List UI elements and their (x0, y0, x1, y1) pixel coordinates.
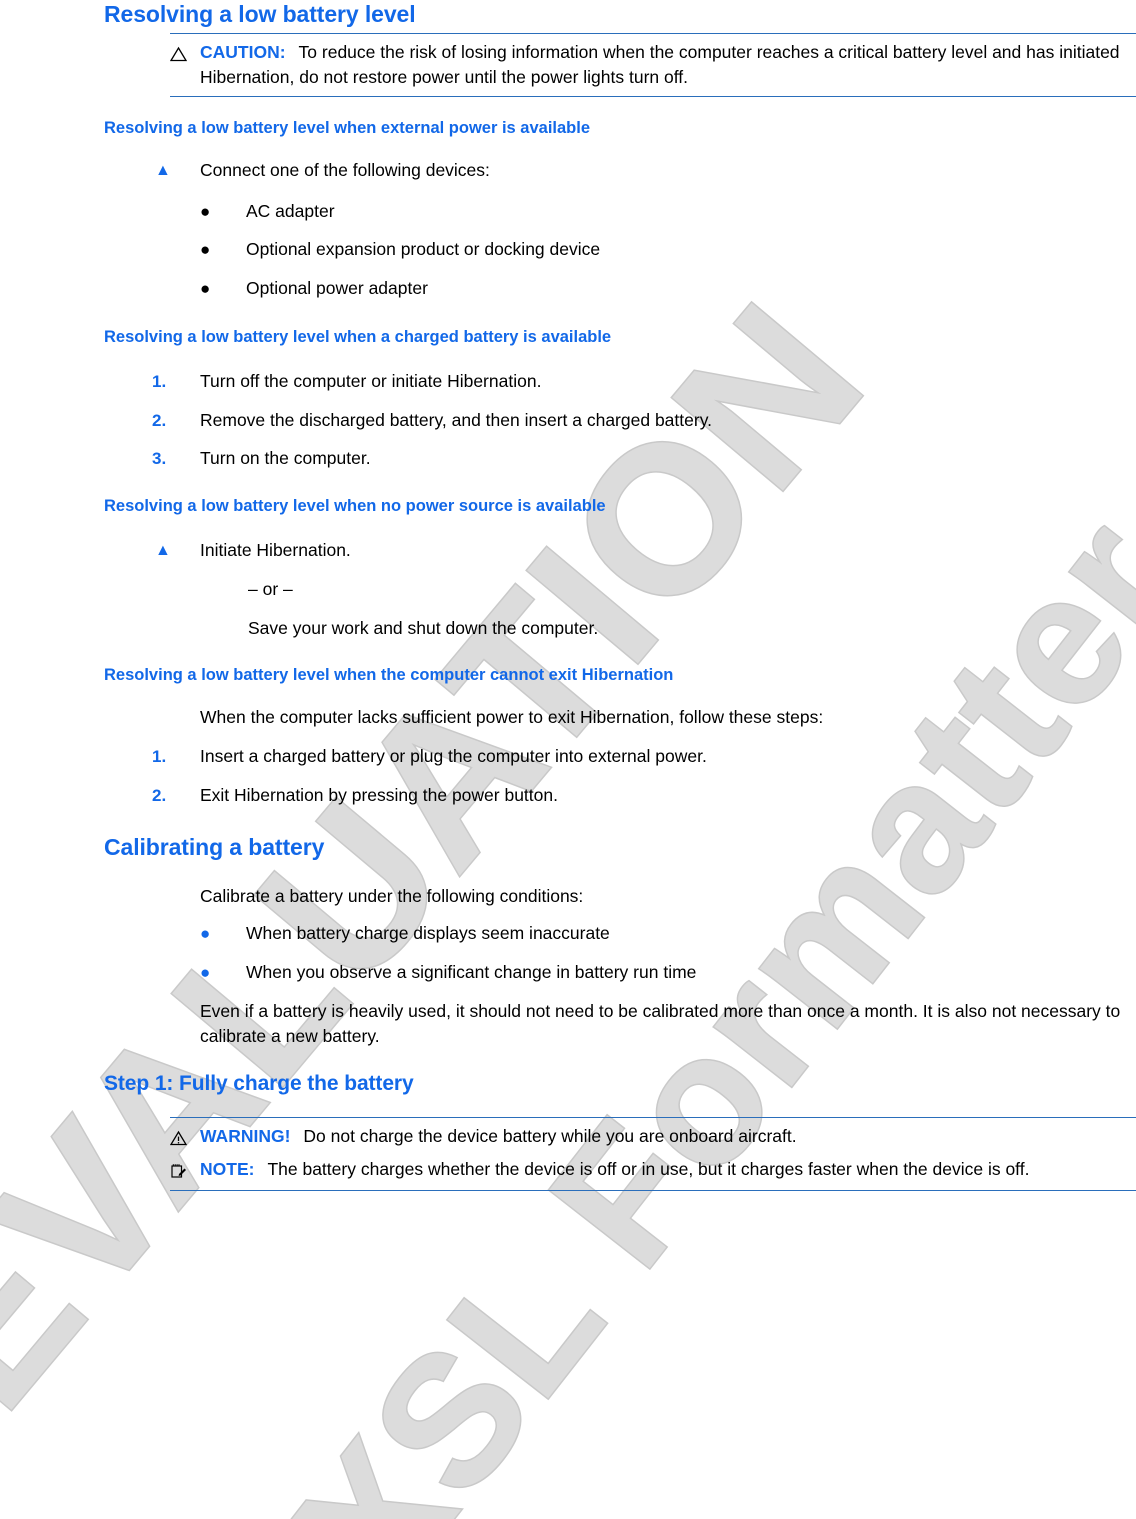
list-item-label: Insert a charged battery or plug the com… (200, 746, 707, 766)
list-number: 2. (152, 786, 167, 805)
calibrating-heading: Calibrating a battery (104, 834, 325, 860)
note-text: The battery charges whether the device i… (267, 1159, 1030, 1179)
warning-text: Do not charge the device battery while y… (303, 1126, 797, 1146)
list-item-label: Remove the discharged battery, and then … (200, 410, 713, 430)
list-item-label: Initiate Hibernation. (200, 540, 351, 560)
bullet-marker-icon: ● (200, 924, 211, 943)
caution-triangle-icon (170, 40, 200, 67)
list-item: 2. Remove the discharged battery, and th… (152, 408, 1052, 433)
list-item-label: Exit Hibernation by pressing the power b… (200, 785, 558, 805)
caution-body: CAUTION: To reduce the risk of losing inf… (200, 40, 1136, 90)
list-item: ● Optional power adapter (200, 276, 1060, 301)
list-item: 1. Insert a charged battery or plug the … (152, 744, 1052, 769)
or-separator-text: – or – (248, 579, 293, 599)
caution-admonition: CAUTION: To reduce the risk of losing inf… (170, 33, 1136, 97)
list-item: 3. Turn on the computer. (152, 446, 1052, 471)
list-item-label: When you observe a significant change in… (246, 962, 697, 982)
bullet-marker-icon: ● (200, 279, 211, 298)
list-number: 3. (152, 449, 167, 468)
hibernation-lead-paragraph: When the computer lacks sufficient power… (200, 707, 824, 727)
page-title: Resolving a low battery level (104, 1, 416, 27)
step1-heading: Step 1: Fully charge the battery (104, 1072, 414, 1095)
list-item: 2. Exit Hibernation by pressing the powe… (152, 783, 1052, 808)
bullet-marker-icon: ● (200, 240, 211, 259)
list-number: 2. (152, 411, 167, 430)
list-item-label: Connect one of the following devices: (200, 160, 490, 180)
list-item-label: When battery charge displays seem inaccu… (246, 923, 610, 943)
note-pad-icon (170, 1157, 200, 1184)
calibrating-closing-paragraph: Even if a battery is heavily used, it sh… (200, 1001, 1121, 1046)
list-item: ● AC adapter (200, 199, 1060, 224)
list-number: 1. (152, 747, 167, 766)
bullet-marker-icon: ● (200, 202, 211, 221)
list-item-label: Optional expansion product or docking de… (246, 239, 601, 259)
list-item: ● When you observe a significant change … (200, 960, 1100, 985)
list-item: ▲ Connect one of the following devices: (152, 158, 1052, 183)
warning-body: WARNING! Do not charge the device battery… (200, 1124, 1136, 1149)
note-label: NOTE: (200, 1159, 255, 1179)
calibrating-lead-paragraph: Calibrate a battery under the following … (200, 886, 584, 906)
list-item-label: Turn on the computer. (200, 448, 371, 468)
subheading-cannot-exit-hibernation: Resolving a low battery level when the c… (104, 666, 674, 684)
list-item-label: AC adapter (246, 201, 335, 221)
list-item: 1. Turn off the computer or initiate Hib… (152, 369, 1052, 394)
list-item: ● Optional expansion product or docking … (200, 237, 1060, 262)
caution-label: CAUTION: (200, 42, 286, 62)
warning-triangle-icon (170, 1124, 200, 1151)
bullet-marker-icon: ● (200, 963, 211, 982)
warning-note-admonition-group: WARNING! Do not charge the device battery… (170, 1117, 1136, 1191)
document-page: Resolving a low battery level CAUTION: To… (0, 0, 1136, 1519)
caution-text: To reduce the risk of losing information… (200, 42, 1120, 87)
triangle-marker-icon: ▲ (155, 542, 171, 559)
warning-label: WARNING! (200, 1126, 291, 1146)
subheading-no-power-source: Resolving a low battery level when no po… (104, 497, 606, 515)
subheading-external-power: Resolving a low battery level when exter… (104, 119, 591, 137)
alternative-instruction: Save your work and shut down the compute… (248, 618, 599, 638)
list-item: ▲ Initiate Hibernation. (152, 538, 1052, 563)
list-number: 1. (152, 372, 167, 391)
note-body: NOTE: The battery charges whether the dev… (200, 1157, 1136, 1182)
subheading-charged-battery: Resolving a low battery level when a cha… (104, 328, 612, 346)
list-item-label: Turn off the computer or initiate Hibern… (200, 371, 542, 391)
triangle-marker-icon: ▲ (155, 162, 171, 179)
list-item-label: Optional power adapter (246, 278, 428, 298)
list-item: ● When battery charge displays seem inac… (200, 921, 1100, 946)
